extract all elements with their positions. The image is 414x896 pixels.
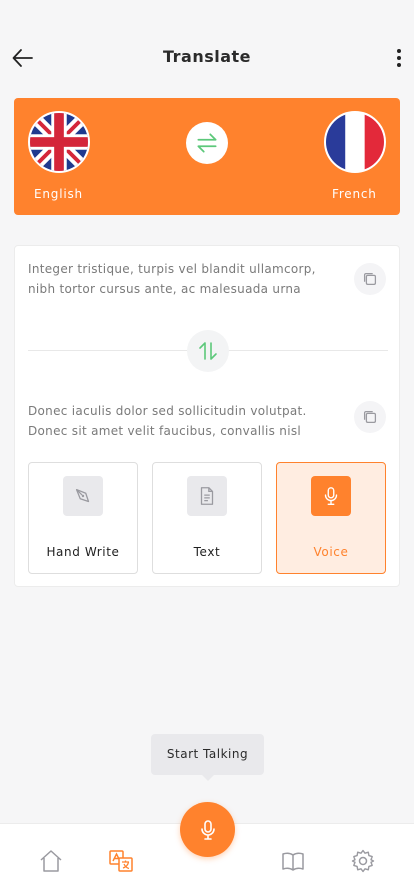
language-selector: English French [14, 98, 400, 215]
swap-languages-button[interactable] [186, 122, 228, 164]
home-icon [40, 850, 62, 872]
nav-book[interactable] [280, 848, 306, 874]
hand-write-label: Hand Write [46, 545, 120, 559]
nav-home[interactable] [38, 848, 64, 874]
nav-settings[interactable] [350, 848, 376, 874]
text-mode-button[interactable]: Text [152, 462, 262, 574]
voice-label: Voice [313, 545, 349, 559]
swap-text-button[interactable] [187, 330, 229, 372]
uk-flag-icon [30, 113, 88, 171]
document-icon [187, 476, 227, 516]
translation-card: Integer tristique, turpis vel blandit ul… [14, 245, 400, 587]
settings-icon [351, 849, 375, 873]
more-vertical-icon [397, 49, 401, 53]
microphone-icon [200, 819, 215, 840]
start-talking-tooltip: Start Talking [151, 734, 264, 775]
more-options-button[interactable] [392, 45, 406, 71]
source-text[interactable]: Integer tristique, turpis vel blandit ul… [28, 259, 338, 299]
voice-mode-button[interactable]: Voice [276, 462, 386, 574]
translated-text: Donec iaculis dolor sed sollicitudin vol… [28, 404, 307, 438]
target-language-label[interactable]: French [332, 187, 377, 201]
nav-translate[interactable] [108, 848, 134, 874]
microphone-icon [311, 476, 351, 516]
copy-translation-button[interactable] [354, 401, 386, 433]
swap-horizontal-icon [197, 133, 217, 153]
copy-icon [363, 272, 377, 286]
france-flag-icon [326, 113, 384, 171]
translate-icon [109, 850, 133, 872]
source-language-label[interactable]: English [34, 187, 83, 201]
page-title: Translate [162, 47, 252, 66]
pen-nib-icon [63, 476, 103, 516]
hand-write-mode-button[interactable]: Hand Write [28, 462, 138, 574]
source-language-flag[interactable] [28, 111, 90, 173]
tooltip-arrow [201, 774, 215, 781]
text-label: Text [193, 545, 221, 559]
start-talking-button[interactable] [180, 802, 235, 857]
copy-source-button[interactable] [354, 263, 386, 295]
copy-icon [363, 410, 377, 424]
target-language-flag[interactable] [324, 111, 386, 173]
swap-vertical-icon [199, 342, 217, 360]
book-icon [282, 852, 304, 871]
